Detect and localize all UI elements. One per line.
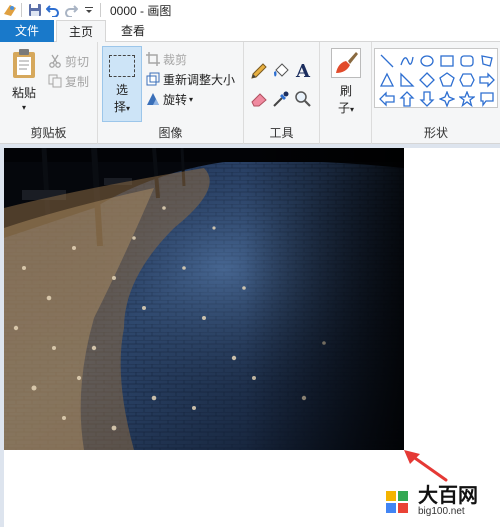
select-label-line1: 选 [115, 83, 128, 97]
text-icon[interactable]: A [294, 61, 312, 82]
pentagon-shape-icon[interactable] [437, 70, 457, 89]
tab-home[interactable]: 主页 [56, 20, 106, 43]
left-arrow-shape-icon[interactable] [377, 89, 397, 108]
rotate-dropdown-icon[interactable]: ▾ [189, 95, 193, 104]
resize-label: 重新调整大小 [163, 72, 236, 87]
rotate-label: 旋转 [163, 92, 188, 107]
tools-group: A 工具 [244, 42, 320, 144]
shapes-group-label: 形状 [423, 126, 448, 140]
paste-label: 粘贴 [11, 86, 36, 100]
rotate-icon [146, 92, 160, 106]
watermark-title: 大百网 [418, 483, 478, 507]
ribbon-tabs: 文件 主页 查看 [0, 20, 500, 43]
brushes-label-line1: 刷 [339, 84, 352, 98]
line-shape-icon[interactable] [377, 51, 397, 70]
color-picker-icon[interactable] [272, 90, 290, 108]
four-point-star-shape-icon[interactable] [437, 89, 457, 108]
red-arrow-annotation [404, 450, 448, 482]
brush-icon [331, 48, 361, 78]
canvas-area-bottom[interactable] [4, 450, 404, 527]
copy-icon [48, 74, 62, 88]
curve-shape-icon[interactable] [397, 51, 417, 70]
eraser-icon[interactable] [250, 90, 268, 108]
diamond-shape-icon[interactable] [417, 70, 437, 89]
pencil-icon[interactable] [250, 62, 268, 80]
save-icon[interactable] [27, 2, 43, 18]
copy-button[interactable]: 复制 [48, 72, 89, 90]
clipboard-group: 粘贴 ▾ 剪切 复制 剪贴板 [0, 42, 98, 144]
window-title: 0000 - 画图 [110, 3, 172, 18]
select-button[interactable]: 选 择▾ [102, 46, 142, 122]
watermark: 大百网 big100.net [382, 484, 478, 518]
crop-button[interactable]: 裁剪 [146, 50, 187, 68]
hexagon-shape-icon[interactable] [457, 70, 477, 89]
undo-icon[interactable] [45, 2, 61, 18]
brushes-group: 刷 子▾ [320, 42, 372, 144]
select-label-text: 择 [113, 100, 126, 114]
polygon-shape-icon[interactable] [477, 51, 497, 70]
title-bar: 0000 - 画图 [0, 0, 500, 20]
oval-shape-icon[interactable] [417, 51, 437, 70]
select-dropdown-icon: ▾ [126, 104, 131, 113]
image-group-label: 图像 [158, 126, 183, 140]
ribbon: 粘贴 ▾ 剪切 复制 剪贴板 选 择▾ 裁剪 重新调整大小 旋转 ▾ 图像 A … [0, 42, 500, 144]
rounded-rectangle-shape-icon[interactable] [457, 51, 477, 70]
brushes-button[interactable]: 刷 子▾ [326, 48, 366, 116]
paste-button[interactable]: 粘贴 ▾ [4, 48, 44, 112]
tab-view[interactable]: 查看 [110, 20, 156, 42]
tab-file[interactable]: 文件 [0, 20, 54, 42]
watermark-logo-icon [384, 487, 412, 515]
callout-shape-icon[interactable] [477, 89, 497, 108]
right-triangle-shape-icon[interactable] [397, 70, 417, 89]
brushes-dropdown-icon: ▾ [350, 105, 355, 114]
brushes-label-line2: 子▾ [326, 99, 366, 116]
paste-dropdown-icon[interactable]: ▾ [4, 103, 44, 112]
watermark-text: 大百网 big100.net [418, 484, 478, 518]
crop-icon [146, 52, 160, 66]
magnifier-icon[interactable] [294, 90, 312, 108]
select-icon [109, 55, 135, 77]
five-point-star-shape-icon[interactable] [457, 89, 477, 108]
watermark-url: big100.net [418, 506, 465, 517]
triangle-shape-icon[interactable] [377, 70, 397, 89]
shapes-grid [377, 51, 497, 108]
copy-label: 复制 [65, 74, 90, 89]
redo-icon[interactable] [63, 2, 79, 18]
canvas-photo[interactable] [4, 148, 404, 450]
scissors-icon [48, 54, 62, 68]
customize-dropdown-icon[interactable] [81, 2, 97, 18]
titlebar-separator [100, 3, 101, 17]
fill-icon[interactable] [272, 62, 290, 80]
resize-button[interactable]: 重新调整大小 [146, 70, 235, 88]
up-arrow-shape-icon[interactable] [397, 89, 417, 108]
right-arrow-shape-icon[interactable] [477, 70, 497, 89]
cut-button[interactable]: 剪切 [48, 52, 89, 70]
titlebar-separator [21, 3, 22, 17]
tools-group-label: 工具 [269, 126, 294, 140]
rectangle-shape-icon[interactable] [437, 51, 457, 70]
shapes-group: 形状 [372, 42, 500, 144]
select-label-line2: 择▾ [103, 98, 141, 115]
brushes-label-text: 子 [337, 101, 350, 115]
app-paint-icon[interactable] [2, 2, 18, 18]
rotate-button[interactable]: 旋转 ▾ [146, 90, 193, 108]
paste-icon [10, 48, 38, 80]
cut-label: 剪切 [65, 54, 90, 69]
image-group: 选 择▾ 裁剪 重新调整大小 旋转 ▾ 图像 [98, 42, 244, 144]
crop-label: 裁剪 [163, 52, 188, 67]
photo-image [4, 148, 404, 450]
down-arrow-shape-icon[interactable] [417, 89, 437, 108]
clipboard-group-label: 剪贴板 [30, 126, 67, 140]
resize-icon [146, 72, 160, 86]
shapes-gallery [374, 48, 498, 108]
